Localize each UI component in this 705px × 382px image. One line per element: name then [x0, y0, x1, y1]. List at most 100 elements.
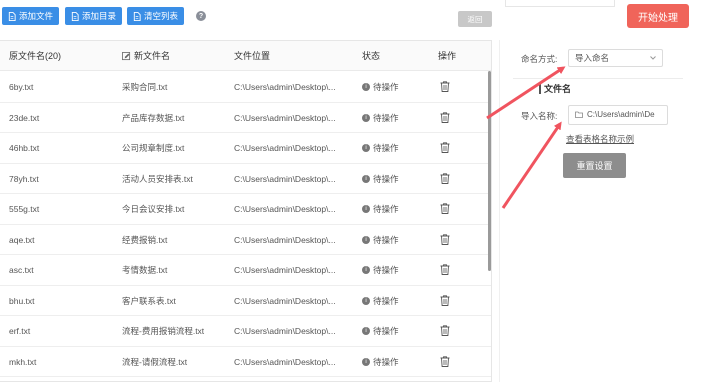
orig-name-cell: aqe.txt: [9, 234, 35, 245]
orig-name-cell: bhu.txt: [9, 295, 35, 306]
top-input-edge: [505, 0, 615, 7]
status-cell: i 待操作: [362, 103, 399, 133]
table-row[interactable]: aqe.txt 经费报销.txt C:\Users\admin\Desktop\..…: [0, 225, 491, 255]
new-name-cell: 产品库存数据.txt: [122, 112, 185, 123]
table-scrollbar[interactable]: [488, 71, 491, 271]
location-cell: C:\Users\admin\Desktop\...: [234, 265, 336, 275]
status-cell: i 待操作: [362, 286, 399, 316]
panel-divider: [499, 40, 500, 382]
orig-name-cell: 6by.txt: [9, 82, 34, 92]
file-table: 原文件名(20) 新文件名 文件位置 状态 操作 6by.txt 采购合同.txt…: [0, 40, 492, 382]
clear-list-button[interactable]: 清空列表: [127, 7, 185, 25]
start-button[interactable]: 开始处理: [627, 4, 689, 28]
location-cell: C:\Users\admin\Desktop\...: [234, 204, 336, 214]
view-example-link[interactable]: 查看表格名称示例: [566, 133, 634, 145]
table-row[interactable]: bhu.txt 客户联系表.txt C:\Users\admin\Desktop\.…: [0, 286, 491, 316]
trash-icon[interactable]: [440, 111, 450, 123]
trash-icon[interactable]: [440, 325, 450, 336]
trash-icon[interactable]: [440, 81, 450, 92]
info-icon: i: [362, 296, 370, 305]
location-cell: C:\Users\admin\Desktop\...: [234, 295, 336, 306]
table-row[interactable]: mkh.txt 流程-请假流程.txt C:\Users\admin\Desktop…: [0, 347, 491, 377]
table-header: 原文件名(20) 新文件名 文件位置 状态 操作: [0, 41, 491, 71]
location-cell: C:\Users\admin\Desktop\...: [234, 173, 336, 184]
new-name-cell: 经费报销.txt: [122, 234, 168, 245]
settings-divider: [513, 78, 683, 79]
info-icon: i: [362, 83, 370, 91]
add-file-button[interactable]: 添加文件: [2, 7, 60, 25]
orig-name-cell: mkh.txt: [9, 356, 37, 367]
import-name-label: 导入名称:: [521, 111, 558, 121]
table-row[interactable]: 23de.txt 产品库存数据.txt C:\Users\admin\Desktop…: [0, 103, 491, 133]
header-orig-name[interactable]: 原文件名(20): [9, 41, 61, 71]
trash-icon[interactable]: [440, 264, 450, 275]
new-name-cell: 客户联系表.txt: [122, 295, 176, 306]
return-button[interactable]: 返回: [458, 11, 492, 27]
status-text: 待操作: [373, 143, 399, 153]
new-name-cell: 流程-费用报销流程.txt: [122, 326, 205, 336]
table-row[interactable]: erf.txt 流程-费用报销流程.txt C:\Users\admin\Deskt…: [0, 316, 491, 347]
chevron-down-icon: [650, 56, 656, 60]
header-status[interactable]: 状态: [362, 41, 380, 71]
add-file-label: 添加文件: [19, 11, 54, 21]
table-row[interactable]: 78yh.txt 活动人员安排表.txt C:\Users\admin\Deskto…: [0, 164, 491, 194]
naming-method-value: 导入命名: [575, 53, 610, 63]
status-cell: i 待操作: [362, 164, 399, 194]
trash-icon[interactable]: [440, 172, 450, 184]
trash-icon[interactable]: [440, 203, 450, 214]
info-icon: i: [362, 174, 370, 183]
toolbar: 添加文件 添加目录 清空列表 ? 返回 开始处理: [0, 0, 705, 36]
table-row[interactable]: asc.txt 考情数据.txt C:\Users\admin\Desktop\..…: [0, 255, 491, 286]
status-text: 待操作: [373, 326, 399, 336]
new-name-cell: 采购合同.txt: [122, 82, 168, 92]
naming-method-label: 命名方式:: [521, 54, 558, 64]
import-name-value: C:\Users\admin\De: [587, 110, 655, 119]
import-name-input[interactable]: C:\Users\admin\De: [568, 105, 668, 125]
new-name-cell: 活动人员安排表.txt: [122, 173, 193, 184]
edit-icon: [122, 51, 131, 60]
file-icon: [133, 11, 141, 21]
location-cell: C:\Users\admin\Desktop\...: [234, 356, 336, 367]
location-cell: C:\Users\admin\Desktop\...: [234, 82, 336, 92]
status-cell: i 待操作: [362, 194, 399, 224]
table-row[interactable]: 46hb.txt 公司规章制度.txt C:\Users\admin\Desktop…: [0, 133, 491, 164]
trash-icon[interactable]: [440, 355, 450, 367]
location-cell: C:\Users\admin\Desktop\...: [234, 234, 336, 245]
status-text: 待操作: [373, 295, 399, 306]
table-row[interactable]: 555g.txt 今日会议安排.txt C:\Users\admin\Desktop…: [0, 194, 491, 225]
header-action: 操作: [438, 51, 457, 61]
info-icon: i: [362, 327, 370, 335]
orig-name-cell: asc.txt: [9, 265, 34, 275]
status-text: 待操作: [373, 82, 399, 92]
table-row[interactable]: 6by.txt 采购合同.txt C:\Users\admin\Desktop\..…: [0, 72, 491, 103]
naming-method-select[interactable]: 导入命名: [568, 49, 663, 67]
new-name-cell: 今日会议安排.txt: [122, 204, 185, 214]
info-icon: i: [362, 357, 370, 366]
status-cell: i 待操作: [362, 133, 399, 163]
status-text: 待操作: [373, 204, 399, 214]
orig-name-cell: 555g.txt: [9, 204, 40, 214]
new-name-cell: 考情数据.txt: [122, 265, 168, 275]
location-cell: C:\Users\admin\Desktop\...: [234, 143, 336, 153]
reset-settings-button[interactable]: 重置设置: [563, 153, 626, 178]
status-text: 待操作: [373, 173, 399, 184]
filename-section-title: 文件名: [539, 82, 571, 95]
info-icon: i: [362, 235, 370, 244]
orig-name-cell: 23de.txt: [9, 112, 40, 123]
status-text: 待操作: [373, 265, 399, 275]
info-icon: i: [362, 144, 370, 152]
new-name-cell: 流程-请假流程.txt: [122, 356, 188, 367]
add-folder-button[interactable]: 添加目录: [65, 7, 123, 25]
trash-icon[interactable]: [440, 294, 450, 306]
header-new-name[interactable]: 新文件名: [122, 41, 170, 71]
trash-icon[interactable]: [440, 142, 450, 153]
trash-icon[interactable]: [440, 233, 450, 245]
info-icon: i: [362, 113, 370, 122]
help-icon[interactable]: ?: [196, 11, 206, 21]
app-window: 添加文件 添加目录 清空列表 ? 返回 开始处理 原文件名(20) 新文件名 文…: [0, 0, 705, 382]
status-cell: i 待操作: [362, 316, 399, 346]
status-text: 待操作: [373, 234, 399, 245]
status-cell: i 待操作: [362, 72, 399, 102]
header-location[interactable]: 文件位置: [234, 41, 270, 71]
info-icon: i: [362, 266, 370, 274]
